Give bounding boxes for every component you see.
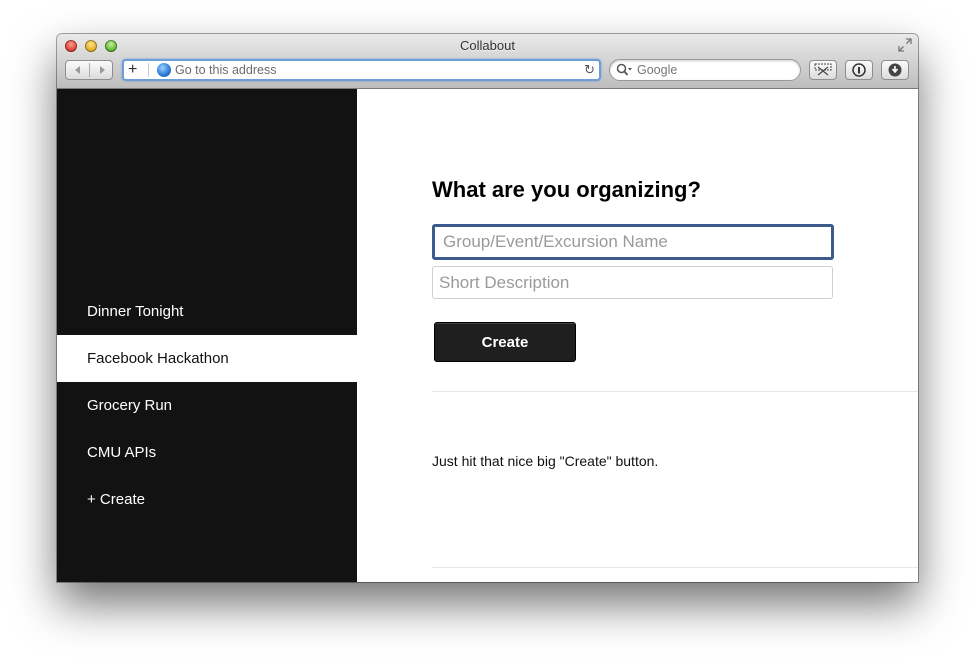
add-bookmark-button[interactable]: +: [128, 61, 137, 79]
search-placeholder[interactable]: Google: [637, 62, 677, 78]
browser-window: Collabout + Go to this address ↻ Google …: [57, 34, 918, 582]
sidebar: Dinner Tonight Facebook Hackathon Grocer…: [57, 89, 357, 582]
hint-text: Just hit that nice big "Create" button.: [432, 453, 659, 469]
history-nav-group: [65, 60, 113, 80]
address-placeholder[interactable]: Go to this address: [175, 62, 276, 78]
forward-arrow-icon: [99, 66, 105, 74]
description-input[interactable]: [432, 266, 833, 299]
scissors-icon: [814, 63, 832, 76]
reload-icon[interactable]: ↻: [584, 62, 595, 78]
back-arrow-icon: [74, 66, 80, 74]
search-icon: [616, 63, 632, 76]
reader-button[interactable]: [809, 60, 837, 80]
downloads-button[interactable]: [881, 60, 909, 80]
address-bar[interactable]: + Go to this address ↻: [122, 59, 601, 81]
globe-icon: [157, 63, 171, 77]
divider: [432, 391, 918, 392]
divider: [432, 567, 918, 568]
search-field[interactable]: Google: [609, 59, 801, 81]
main-panel: What are you organizing? Create Just hit…: [357, 89, 918, 582]
sidebar-item-grocery-run[interactable]: Grocery Run: [57, 382, 357, 429]
fullscreen-icon[interactable]: [898, 38, 912, 52]
browser-toolbar: Collabout + Go to this address ↻ Google: [57, 34, 918, 89]
forward-button[interactable]: [90, 61, 113, 79]
page-content: Dinner Tonight Facebook Hackathon Grocer…: [57, 89, 918, 582]
sidebar-item-facebook-hackathon[interactable]: Facebook Hackathon: [57, 335, 357, 382]
create-button[interactable]: Create: [434, 322, 576, 362]
back-button[interactable]: [66, 61, 89, 79]
download-icon: [888, 63, 902, 77]
event-name-input[interactable]: [432, 224, 834, 260]
window-title: Collabout: [460, 38, 515, 53]
address-separator: [148, 63, 149, 77]
info-icon: [852, 63, 866, 77]
sidebar-create-link[interactable]: + Create: [57, 476, 357, 523]
info-button[interactable]: [845, 60, 873, 80]
sidebar-item-dinner-tonight[interactable]: Dinner Tonight: [57, 288, 357, 335]
page-title: What are you organizing?: [432, 177, 701, 202]
sidebar-item-cmu-apis[interactable]: CMU APIs: [57, 429, 357, 476]
